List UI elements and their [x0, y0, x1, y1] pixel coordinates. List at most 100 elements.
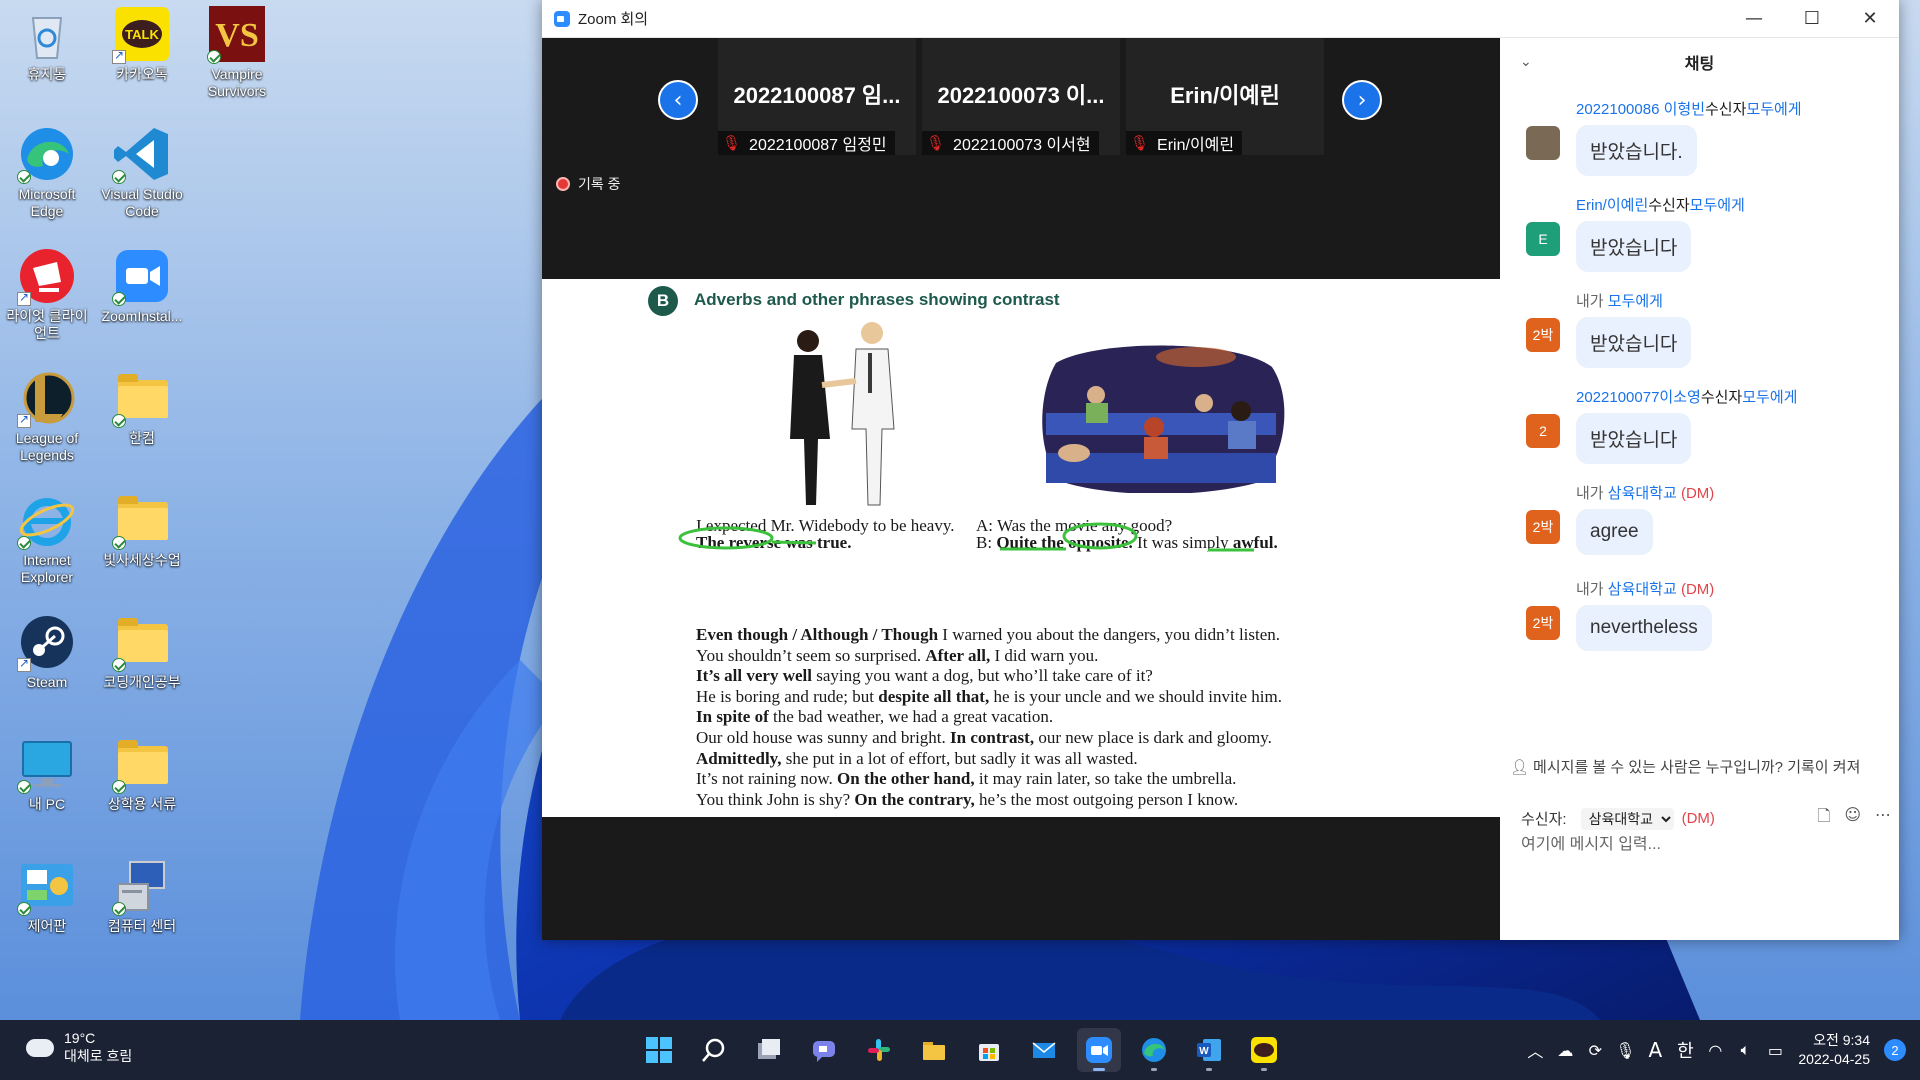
onedrive-icon[interactable]: ☁︎: [1550, 1041, 1580, 1060]
desktop-icon-folder-documents[interactable]: 상학용 서류: [97, 734, 187, 813]
message-target[interactable]: 삼육대학교: [1608, 581, 1677, 598]
clock[interactable]: 오전 9:34 2022-04-25: [1798, 1031, 1870, 1069]
sentence-rest: I did warn you.: [990, 645, 1099, 665]
desktop-icon-league-of-legends[interactable]: League of Legends: [2, 368, 92, 464]
wifi-icon[interactable]: ◠: [1700, 1041, 1730, 1060]
chevron-up-icon[interactable]: ︿: [1520, 1038, 1550, 1062]
recording-indicator[interactable]: 기록 중: [556, 174, 621, 194]
desktop-icon-label: 휴지통: [27, 66, 67, 82]
message-target[interactable]: 모두에게: [1742, 389, 1797, 406]
example-sentence: Admittedly, she put in a lot of effort, …: [696, 749, 1282, 770]
slack-button[interactable]: [857, 1028, 901, 1072]
desktop-icon-edge[interactable]: Microsoft Edge: [2, 124, 92, 220]
desktop-icon-label: Visual Studio Code: [101, 186, 183, 219]
example-sentence: You think John is shy? On the contrary, …: [696, 790, 1282, 811]
chat-message[interactable]: 2022100086 이형빈수신자모두에게 받았습니다.: [1526, 98, 1886, 176]
desktop-icon-recycle-bin[interactable]: 휴지통: [2, 4, 92, 83]
desktop-icon-control-panel[interactable]: 제어판: [2, 856, 92, 935]
word-taskbar-button[interactable]: W: [1187, 1028, 1231, 1072]
ime-mode-han[interactable]: 한: [1670, 1037, 1700, 1063]
sentence-bold: In spite of: [696, 707, 769, 727]
chat-visibility-notice[interactable]: 👤︎ 메시지를 볼 수 있는 사람은 누구입니까? 기록이 켜져: [1510, 756, 1899, 777]
message-meta: 2022100077이소영수신자모두에게: [1576, 386, 1886, 407]
battery-icon[interactable]: ▭: [1760, 1041, 1790, 1060]
window-titlebar[interactable]: Zoom 회의 — ☐ ✕: [542, 0, 1899, 38]
message-sender[interactable]: 2022100086 이형빈: [1576, 101, 1705, 118]
desktop-icon-vampire-survivors[interactable]: VS Vampire Survivors: [192, 4, 282, 100]
sync-icon[interactable]: ⟳: [1580, 1041, 1610, 1060]
file-explorer-button[interactable]: [912, 1028, 956, 1072]
maximize-button[interactable]: ☐: [1783, 0, 1841, 38]
minimize-button[interactable]: —: [1725, 0, 1783, 38]
chat-message[interactable]: 2022100077이소영수신자모두에게 2 받았습니다: [1526, 386, 1886, 464]
search-button[interactable]: [692, 1028, 736, 1072]
microphone-icon[interactable]: 🎙︎: [1610, 1041, 1640, 1060]
example-sentence: It’s not raining now. On the other hand,…: [696, 769, 1282, 790]
desktop-icon-riot-client[interactable]: 라이엇 클라이언트: [2, 246, 92, 342]
desktop-icon-label: 라이엇 클라이언트: [6, 308, 88, 341]
participant-tile[interactable]: 2022100087 임... 🎙︎ 2022100087 임정민: [718, 38, 916, 155]
desktop-icon-vscode[interactable]: Visual Studio Code: [97, 124, 187, 220]
desktop-icon-this-pc[interactable]: 내 PC: [2, 734, 92, 813]
next-page-button[interactable]: ›: [1342, 80, 1382, 120]
notification-badge[interactable]: 2: [1884, 1039, 1906, 1061]
recipient-dropdown[interactable]: 삼육대학교: [1580, 807, 1674, 830]
desktop-icon-label: Steam: [26, 674, 68, 690]
message-target[interactable]: 모두에게: [1690, 197, 1745, 214]
start-button[interactable]: [637, 1028, 681, 1072]
sentence-pre: Our old house was sunny and bright.: [696, 727, 951, 747]
edge-taskbar-button[interactable]: [1132, 1028, 1176, 1072]
volume-icon[interactable]: 🔈︎: [1730, 1040, 1760, 1060]
sync-ok-badge-icon: [112, 780, 126, 794]
close-button[interactable]: ✕: [1841, 0, 1899, 38]
desktop-icon-internet-explorer[interactable]: Internet Explorer: [2, 490, 92, 586]
desktop-icon-label: League of Legends: [15, 430, 79, 463]
message-target[interactable]: 모두에게: [1608, 293, 1663, 310]
message-sender[interactable]: Erin/이예린: [1576, 197, 1648, 214]
example-sentence: Even though / Although / Though I warned…: [696, 625, 1282, 646]
teams-chat-button[interactable]: [802, 1028, 846, 1072]
chat-message[interactable]: Erin/이예린수신자모두에게 E 받았습니다: [1526, 194, 1886, 272]
previous-page-button[interactable]: ‹: [658, 80, 698, 120]
message-target[interactable]: 모두에게: [1746, 101, 1801, 118]
mic-muted-icon: 🎙︎: [722, 134, 742, 152]
message-sender[interactable]: 2022100077이소영: [1576, 389, 1701, 406]
message-target[interactable]: 삼육대학교: [1608, 485, 1677, 502]
sync-ok-badge-icon: [112, 414, 126, 428]
running-indicator: [1206, 1068, 1212, 1071]
zoom-taskbar-button[interactable]: [1077, 1028, 1121, 1072]
desktop-icon-computer-center[interactable]: 컴퓨터 센터: [97, 856, 187, 935]
mail-icon: [1032, 1042, 1056, 1058]
chat-message[interactable]: 내가 삼육대학교 (DM) 2박 nevertheless: [1526, 578, 1886, 651]
store-button[interactable]: [967, 1028, 1011, 1072]
desktop-icon-folder-class[interactable]: 빛사세상수업: [97, 490, 187, 569]
message-meta: 내가 모두에게: [1576, 290, 1886, 311]
desktop-icon-folder-hancom[interactable]: 한컴: [97, 368, 187, 447]
desktop-icon-steam[interactable]: Steam: [2, 612, 92, 691]
weather-widget[interactable]: 19°C 대체로 흐림: [23, 1030, 132, 1066]
chat-message[interactable]: 내가 삼육대학교 (DM) 2박 agree: [1526, 482, 1886, 555]
file-icon[interactable]: 🗋︎: [1817, 805, 1830, 832]
task-view-button[interactable]: [747, 1028, 791, 1072]
participant-tile[interactable]: Erin/이예린 🎙︎ Erin/이예린: [1126, 38, 1324, 155]
participant-tile[interactable]: 2022100073 이... 🎙︎ 2022100073 이서현: [922, 38, 1120, 155]
desktop-icon-zoom-installer[interactable]: ZoomInstal...: [97, 246, 187, 325]
sentence-rest: it may rain later, so take the umbrella.: [974, 769, 1237, 789]
desktop-icon-label: 컴퓨터 센터: [107, 918, 177, 934]
message-bubble: 받았습니다: [1576, 317, 1692, 368]
emoji-icon[interactable]: ☺︎: [1844, 805, 1861, 832]
computer-center-icon: [112, 856, 172, 916]
desktop-icon-kakaotalk[interactable]: TALK 카카오톡: [97, 4, 187, 83]
chevron-down-icon[interactable]: ⌄: [1520, 54, 1532, 70]
desktop-icon-folder-coding[interactable]: 코딩개인공부: [97, 612, 187, 691]
kakaotalk-taskbar-button[interactable]: [1242, 1028, 1286, 1072]
more-icon[interactable]: ⋯: [1875, 805, 1891, 832]
ime-mode-a[interactable]: A: [1640, 1038, 1670, 1062]
chat-message[interactable]: 내가 모두에게 2박 받았습니다: [1526, 290, 1886, 368]
chat-message-input[interactable]: [1521, 836, 1881, 854]
mail-button[interactable]: [1022, 1028, 1066, 1072]
message-meta: 내가 삼육대학교 (DM): [1576, 482, 1886, 503]
mic-muted-icon: 🎙︎: [926, 134, 946, 152]
chat-tools: 🗋︎ ☺︎ ⋯: [1817, 805, 1891, 832]
steam-icon: [17, 612, 77, 672]
